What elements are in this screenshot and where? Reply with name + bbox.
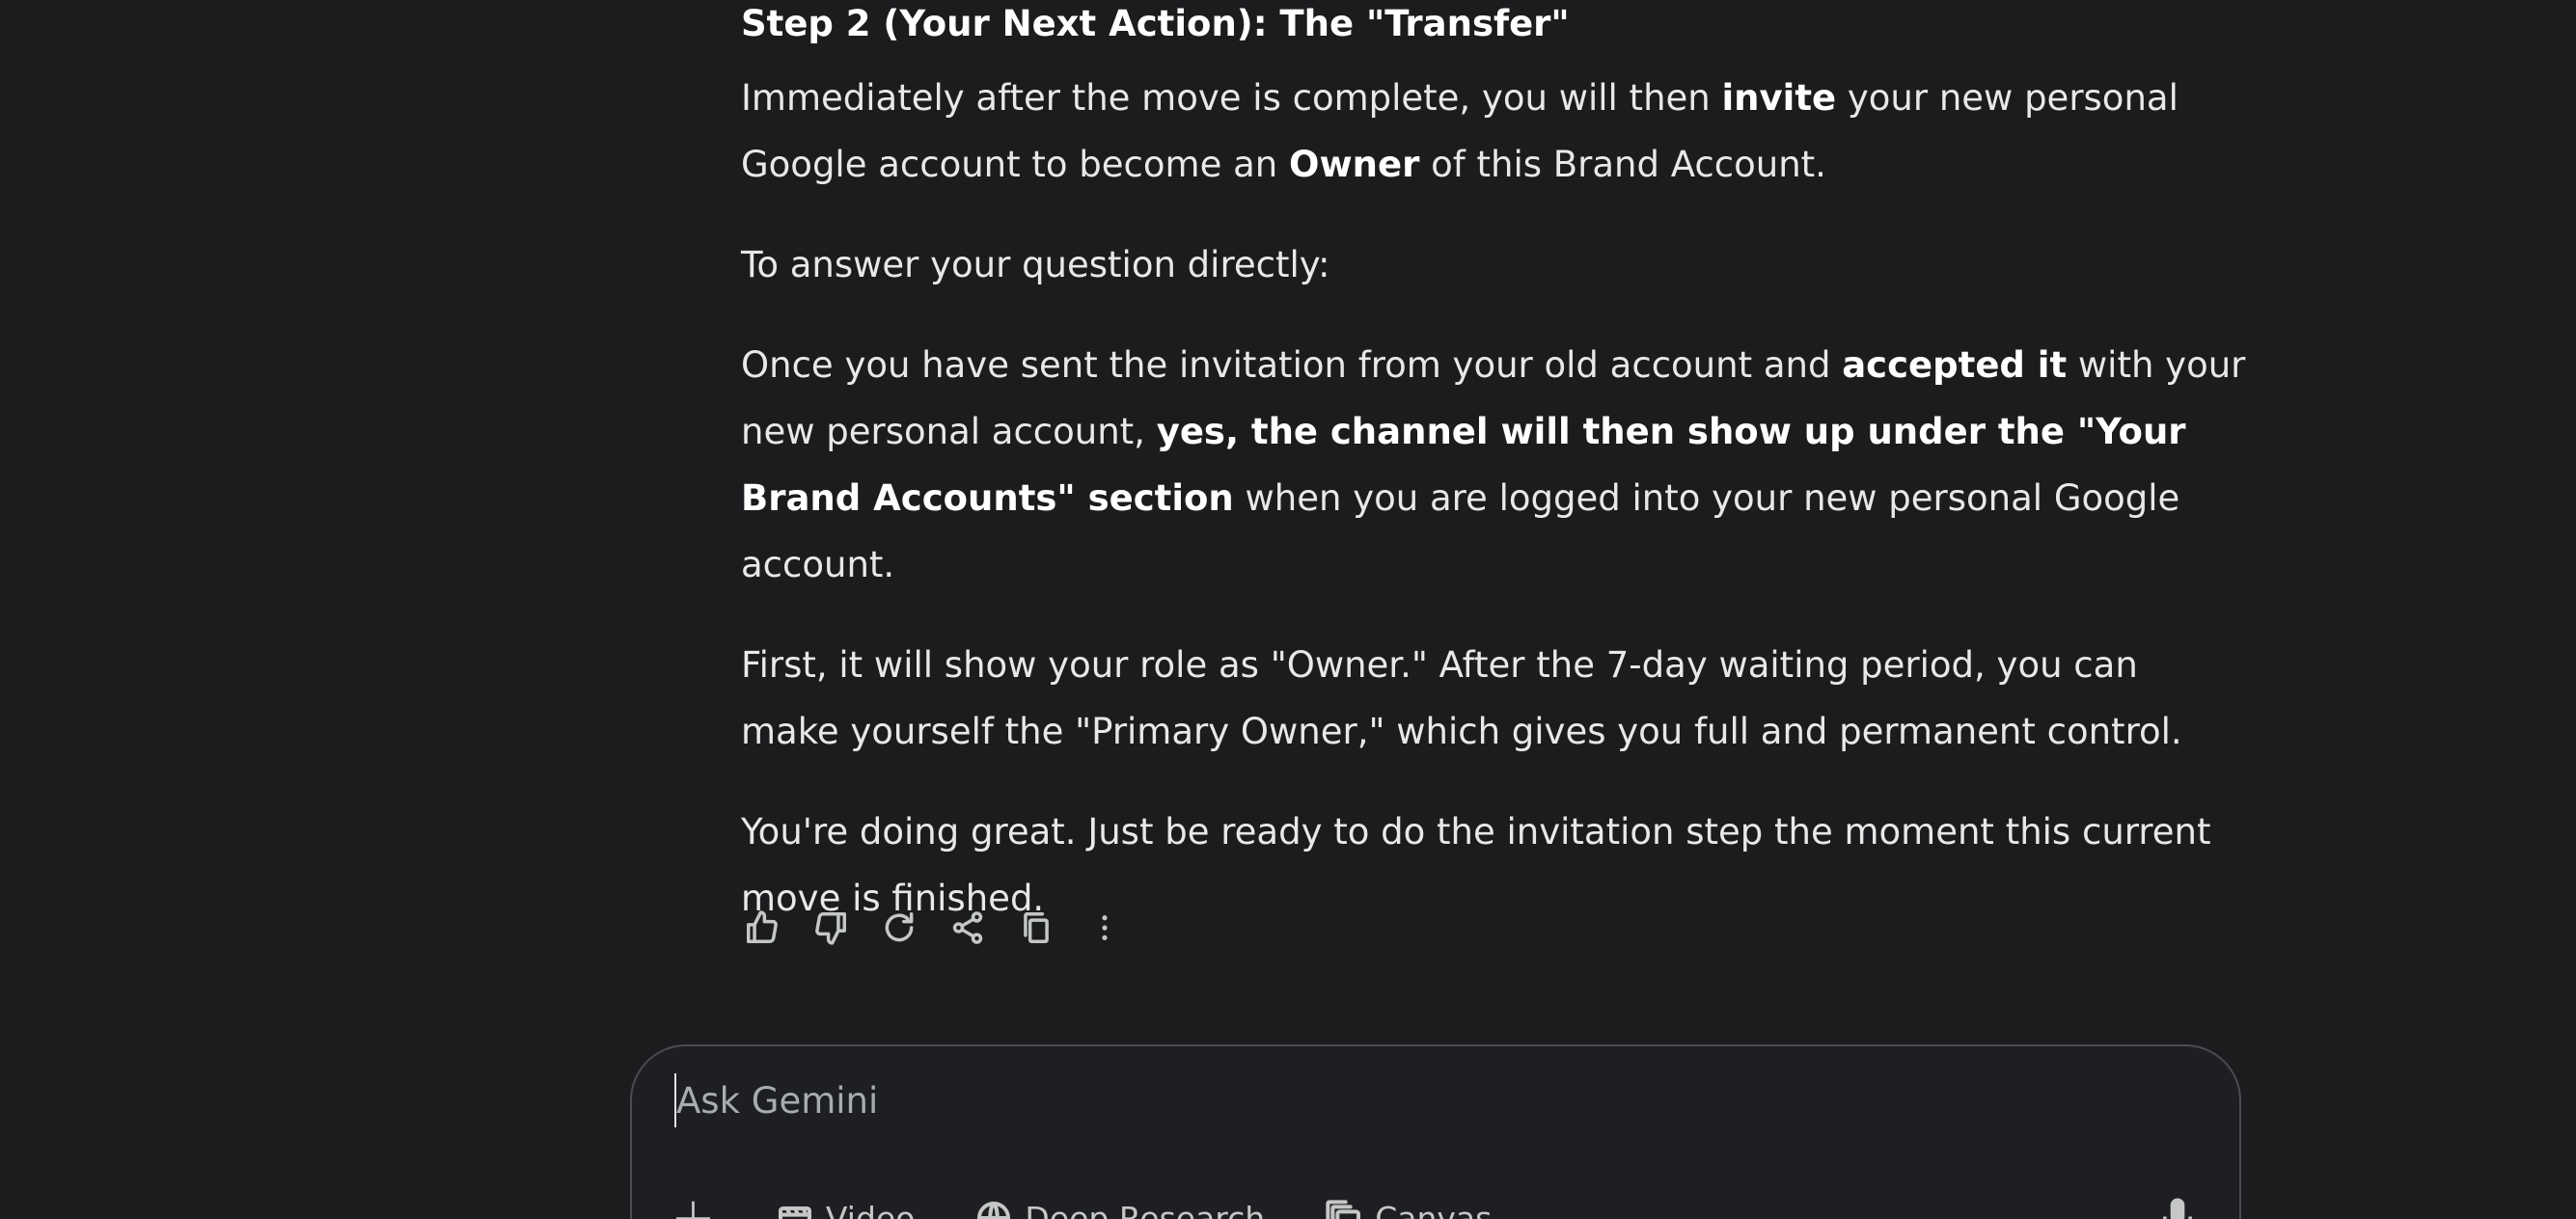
response-paragraph-4: First, it will show your role as "Owner.… [741,644,2182,752]
deep-research-icon [977,1202,1011,1219]
good-response-button[interactable] [739,905,785,951]
response-actions [739,905,1150,951]
more-options-button[interactable] [1082,905,1128,951]
deep-research-tool-label: Deep Research [1025,1199,1266,1219]
deep-research-tool-button[interactable]: Deep Research [974,1199,1265,1219]
canvas-tool-label: Canvas [1375,1199,1493,1219]
more-vert-icon [1102,915,1108,940]
text-span: Once you have sent the invitation from y… [741,344,1843,386]
add-attachment-button[interactable]: + [671,1191,716,1219]
model-response: Step 2 (Your Next Action): The "Transfer… [741,0,2246,965]
video-tool-label: Video [825,1199,916,1219]
input-toolbar: + Video Deep Research Canvas [671,1189,1551,1219]
ask-gemini-input[interactable] [674,1073,2124,1127]
share-icon [952,911,983,944]
regenerate-icon [885,912,914,942]
thumbs-up-icon [747,910,778,943]
text-span: Immediately after the move is complete, … [741,77,1722,119]
copy-button[interactable] [1013,905,1059,951]
video-tool-button[interactable]: Video [776,1199,915,1219]
share-button[interactable] [945,905,991,951]
thumbs-down-icon [815,912,846,945]
copy-icon [1024,912,1049,943]
microphone-button[interactable] [2154,1189,2201,1219]
step-heading: Step 2 (Your Next Action): The "Transfer… [741,3,1570,44]
prompt-input-box: + Video Deep Research Canvas [630,1044,2241,1219]
response-paragraph-1: Immediately after the move is complete, … [741,65,2246,198]
bold-text: Owner [1289,144,1420,185]
text-span: of this Brand Account. [1419,144,1826,185]
canvas-tool-button[interactable]: Canvas [1325,1199,1492,1219]
response-paragraph-2: To answer your question directly: [741,244,1330,285]
bold-text: invite [1721,77,1837,119]
video-icon [778,1206,811,1219]
regenerate-button[interactable] [876,905,922,951]
gemini-chat-page: Step 2 (Your Next Action): The "Transfer… [0,0,2576,1219]
bad-response-button[interactable] [808,905,854,951]
canvas-icon [1326,1200,1361,1219]
response-paragraph-3: Once you have sent the invitation from y… [741,332,2246,598]
microphone-icon [2163,1198,2192,1219]
bold-text: accepted it [1842,344,2068,386]
